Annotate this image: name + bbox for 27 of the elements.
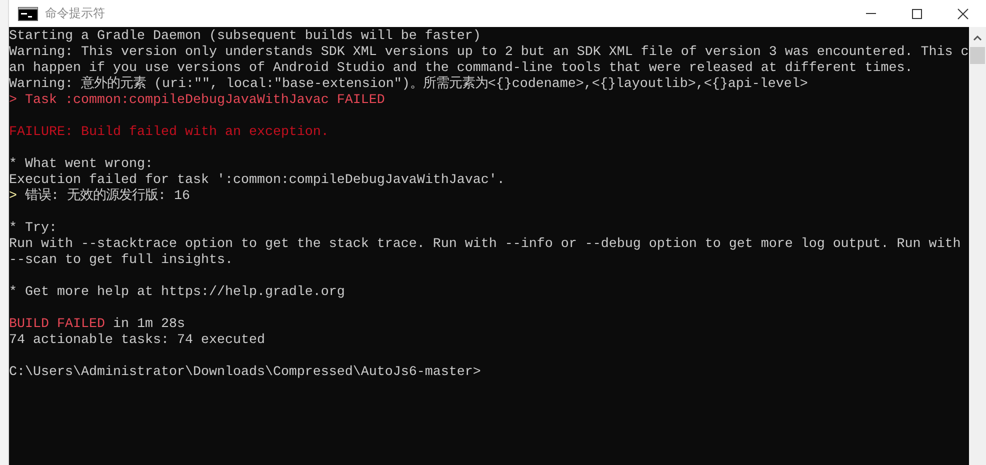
- console-text: C:\Users\Administrator\Downloads\Compressed\AutoJs6-master>: [9, 365, 481, 381]
- window-title: 命令提示符: [45, 5, 105, 22]
- console-text: Task :common:compileDebugJavaWithJavac FAILED: [24, 93, 385, 109]
- console-text: in 1m 28s: [112, 317, 185, 333]
- close-icon: [957, 8, 969, 20]
- console-text: * Get more help at https://help.gradle.org: [9, 285, 345, 301]
- console-text: >: [9, 93, 17, 109]
- console-text: 错误: 无效的源发行版: 16: [24, 189, 190, 205]
- maximize-icon: [911, 8, 923, 20]
- console-text: BUILD FAILED: [9, 317, 105, 333]
- console-text: FAILURE: Build failed with an exception.: [9, 125, 329, 141]
- console-text: Starting a Gradle Daemon (subsequent builds will be faster): [9, 29, 481, 45]
- console-text: --scan to get full insights.: [9, 253, 233, 269]
- scroll-up-icon[interactable]: [973, 35, 982, 41]
- console-text: 74 actionable tasks: 74 executed: [9, 333, 265, 349]
- scrollbar[interactable]: [969, 27, 986, 465]
- minimize-icon: [866, 13, 876, 14]
- terminal-icon: [18, 6, 38, 20]
- console-text: Warning: This version only understands SDK XML versions up to 2 but an SDK XML file of version 3 was encountered. This c: [9, 45, 969, 61]
- console-text: Run with --stacktrace option to get the stack trace. Run with --info or --debug option to get more log output. Run with: [9, 237, 961, 253]
- console-text: Execution failed for task ':common:compileDebugJavaWithJavac'.: [9, 173, 505, 188]
- console-text: * Try:: [9, 221, 57, 237]
- console-text: an happen if you use versions of Android Studio and the command-line tools that were released at different times.: [9, 61, 913, 76]
- console-text: * What went wrong:: [9, 157, 153, 173]
- scrollbar-thumb[interactable]: [970, 47, 985, 64]
- console-text: Warning: 意外的元素 (uri:"", local:"base-extension")。所需元素为<{}codename>,<{}layoutlib>,<{}api-level>: [9, 77, 808, 93]
- console-text: >: [9, 189, 17, 205]
